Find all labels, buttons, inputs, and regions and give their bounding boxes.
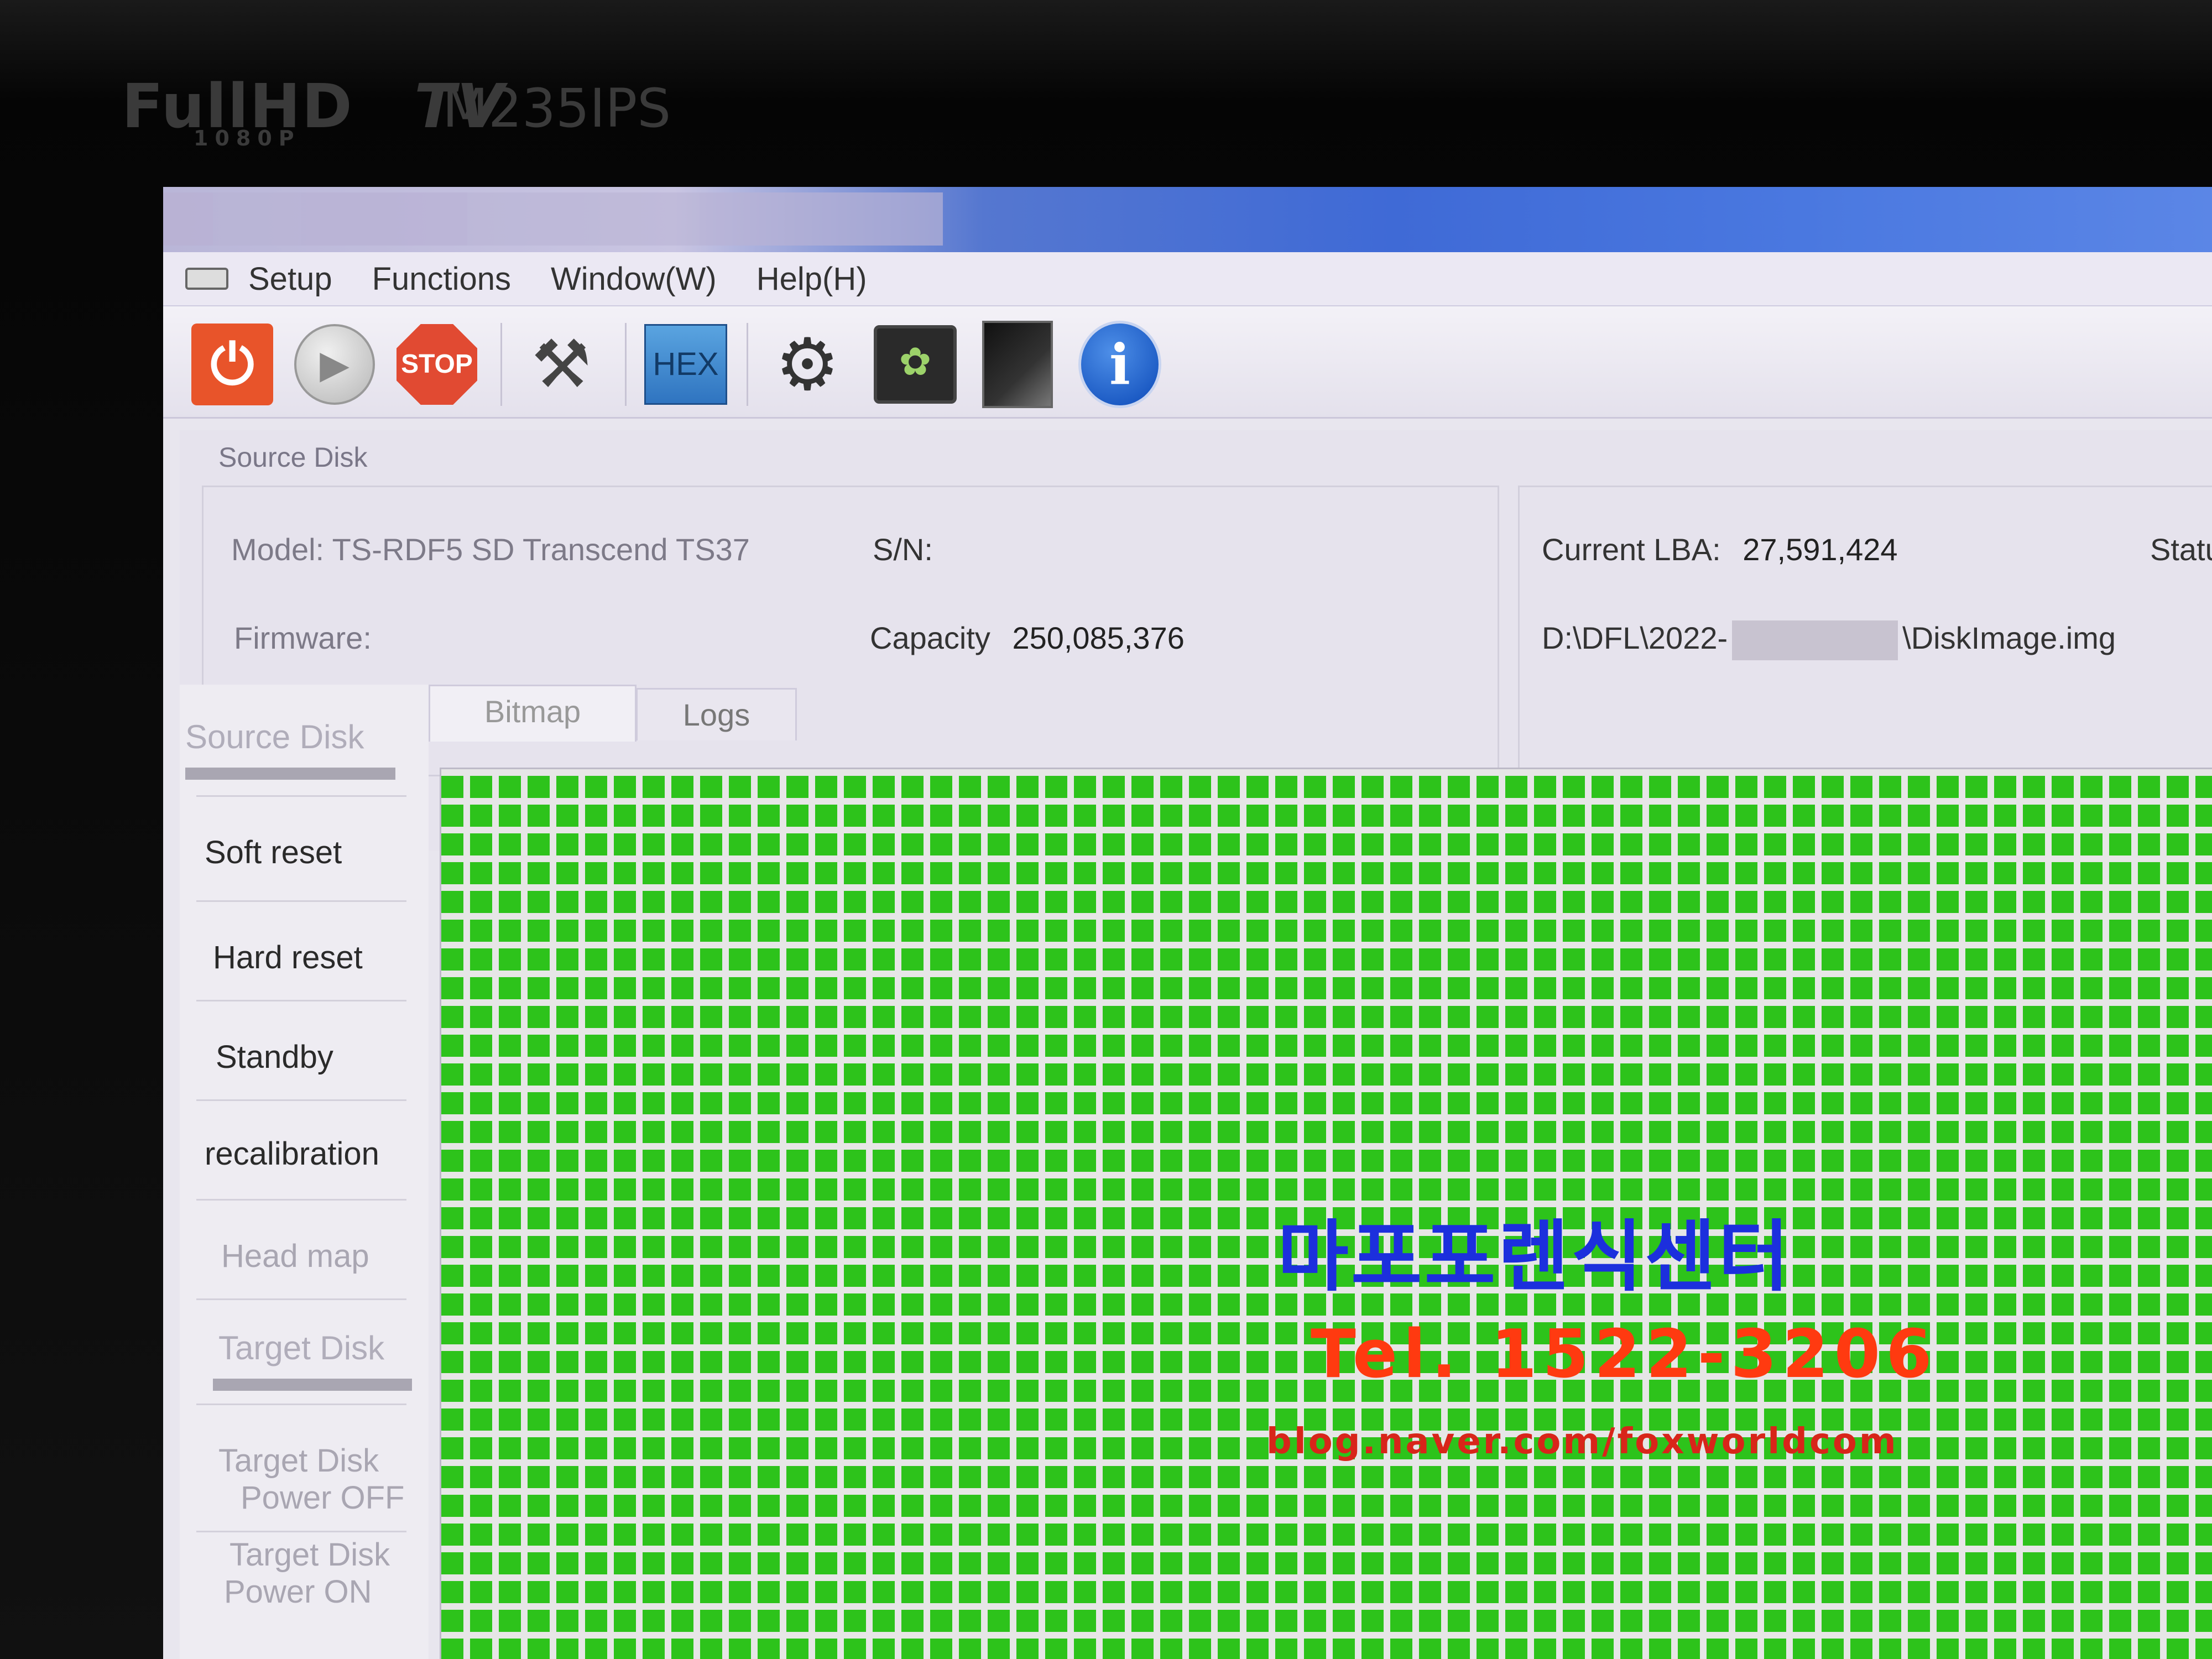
target-disk-power-on-button[interactable]: Target Disk Power ON	[224, 1536, 390, 1610]
redacted-title	[467, 192, 700, 246]
image-button[interactable]: ✿	[874, 323, 957, 406]
bezel-model: M235IPS	[442, 77, 671, 139]
redacted-title	[301, 192, 467, 246]
status-label: Statu	[2150, 532, 2212, 567]
image-path-suffix: \DiskImage.img	[1902, 620, 2116, 655]
panel-separator	[196, 1298, 406, 1300]
power-button[interactable]: ⏻	[191, 323, 274, 406]
info-icon: i	[1078, 321, 1161, 408]
app-menu-icon[interactable]	[185, 268, 228, 290]
power-off-line-2: Power OFF	[241, 1480, 405, 1516]
play-icon: ▶	[294, 324, 375, 405]
hex-icon: HEX	[644, 324, 727, 405]
sn-label: S/N:	[873, 532, 933, 567]
left-control-panel: Source Disk Soft reset Hard reset Standb…	[180, 685, 429, 1659]
current-lba-label: Current LBA:	[1542, 532, 1721, 567]
play-button[interactable]: ▶	[293, 323, 376, 406]
panel-separator	[196, 1000, 406, 1001]
toolbar: ⏻ ▶ STOP ⚒ HEX ⚙ ✿ i	[163, 306, 2212, 419]
stop-icon: STOP	[397, 324, 477, 405]
target-disk-power-off-button[interactable]: Target Disk Power OFF	[218, 1442, 405, 1516]
model-field: Model: TS-RDF5 SD Transcend TS37	[231, 531, 750, 567]
power-off-line-1: Target Disk	[218, 1443, 379, 1479]
menu-setup[interactable]: Setup	[248, 260, 332, 298]
tools-button[interactable]: ⚒	[520, 323, 603, 406]
capacity-value: 250,085,376	[1012, 620, 1185, 655]
firmware-field: Firmware:	[234, 620, 385, 656]
gear-icon: ⚙	[775, 324, 840, 405]
info-button[interactable]: i	[1078, 321, 1161, 408]
panel-separator	[196, 900, 406, 902]
power-on-line-1: Target Disk	[229, 1537, 390, 1573]
current-lba-value: 27,591,424	[1743, 532, 1898, 567]
power-on-line-2: Power ON	[224, 1574, 372, 1610]
firmware-label: Firmware:	[234, 620, 372, 655]
head-map-button[interactable]: Head map	[221, 1238, 369, 1275]
recalibration-button[interactable]: recalibration	[205, 1135, 379, 1172]
title-bar	[163, 187, 2212, 252]
image-path: D:\DFL\2022- \DiskImage.img	[1542, 620, 2116, 661]
toolbar-separator	[747, 323, 748, 406]
redacted-title	[163, 192, 213, 246]
redacted-title	[700, 192, 943, 246]
standby-button[interactable]: Standby	[216, 1039, 333, 1076]
sn-field: S/N:	[873, 531, 946, 567]
document-button[interactable]	[976, 321, 1059, 408]
bezel-1080p: 1080P	[194, 126, 301, 150]
watermark-name: 마포포렌식센터	[1277, 1212, 1792, 1302]
capacity-label: Capacity	[870, 620, 990, 655]
image-path-prefix: D:\DFL\2022-	[1542, 620, 1728, 655]
panel-separator	[196, 1404, 406, 1405]
panel-separator	[196, 1531, 406, 1532]
source-disk-group-label: Source Disk	[218, 442, 368, 473]
redacted-title	[213, 192, 301, 246]
tab-logs[interactable]: Logs	[636, 688, 797, 740]
app-window: Setup Functions Window(W) Help(H) ⏻ ▶ ST…	[163, 187, 2212, 1659]
view-tabs: Bitmap Logs	[429, 685, 2212, 744]
power-icon: ⏻	[191, 324, 273, 405]
settings-button[interactable]: ⚙	[766, 323, 849, 406]
hard-reset-button[interactable]: Hard reset	[213, 939, 363, 976]
toolbar-separator	[500, 323, 502, 406]
redacted-path	[1732, 620, 1898, 661]
target-disk-heading-bar	[213, 1379, 412, 1391]
source-disk-heading: Source Disk	[185, 718, 364, 755]
watermark-tel: Tel. 1522-3206	[1311, 1316, 1938, 1393]
panel-separator	[196, 1099, 406, 1101]
tab-bitmap[interactable]: Bitmap	[429, 685, 637, 742]
menu-help[interactable]: Help(H)	[757, 260, 867, 298]
menu-bar: Setup Functions Window(W) Help(H)	[163, 252, 2212, 306]
stop-button[interactable]: STOP	[395, 323, 478, 406]
capacity-field: Capacity 250,085,376	[870, 620, 1185, 656]
hex-button[interactable]: HEX	[644, 323, 727, 406]
photo-icon: ✿	[874, 325, 957, 404]
toolbar-separator	[625, 323, 627, 406]
menu-functions[interactable]: Functions	[372, 260, 511, 298]
panel-separator	[196, 1199, 406, 1201]
menu-window[interactable]: Window(W)	[551, 260, 717, 298]
source-disk-heading-bar	[185, 768, 395, 780]
model-label: Model:	[231, 532, 325, 567]
document-icon	[982, 321, 1053, 408]
watermark-blog: blog.naver.com/foxworldcom	[1266, 1421, 1898, 1462]
model-value: TS-RDF5 SD Transcend TS37	[332, 532, 750, 567]
current-lba-field: Current LBA: 27,591,424	[1542, 531, 1898, 567]
soft-reset-button[interactable]: Soft reset	[205, 834, 342, 871]
target-disk-heading: Target Disk	[218, 1329, 385, 1366]
tools-icon: ⚒	[531, 327, 591, 401]
panel-separator	[196, 795, 406, 797]
